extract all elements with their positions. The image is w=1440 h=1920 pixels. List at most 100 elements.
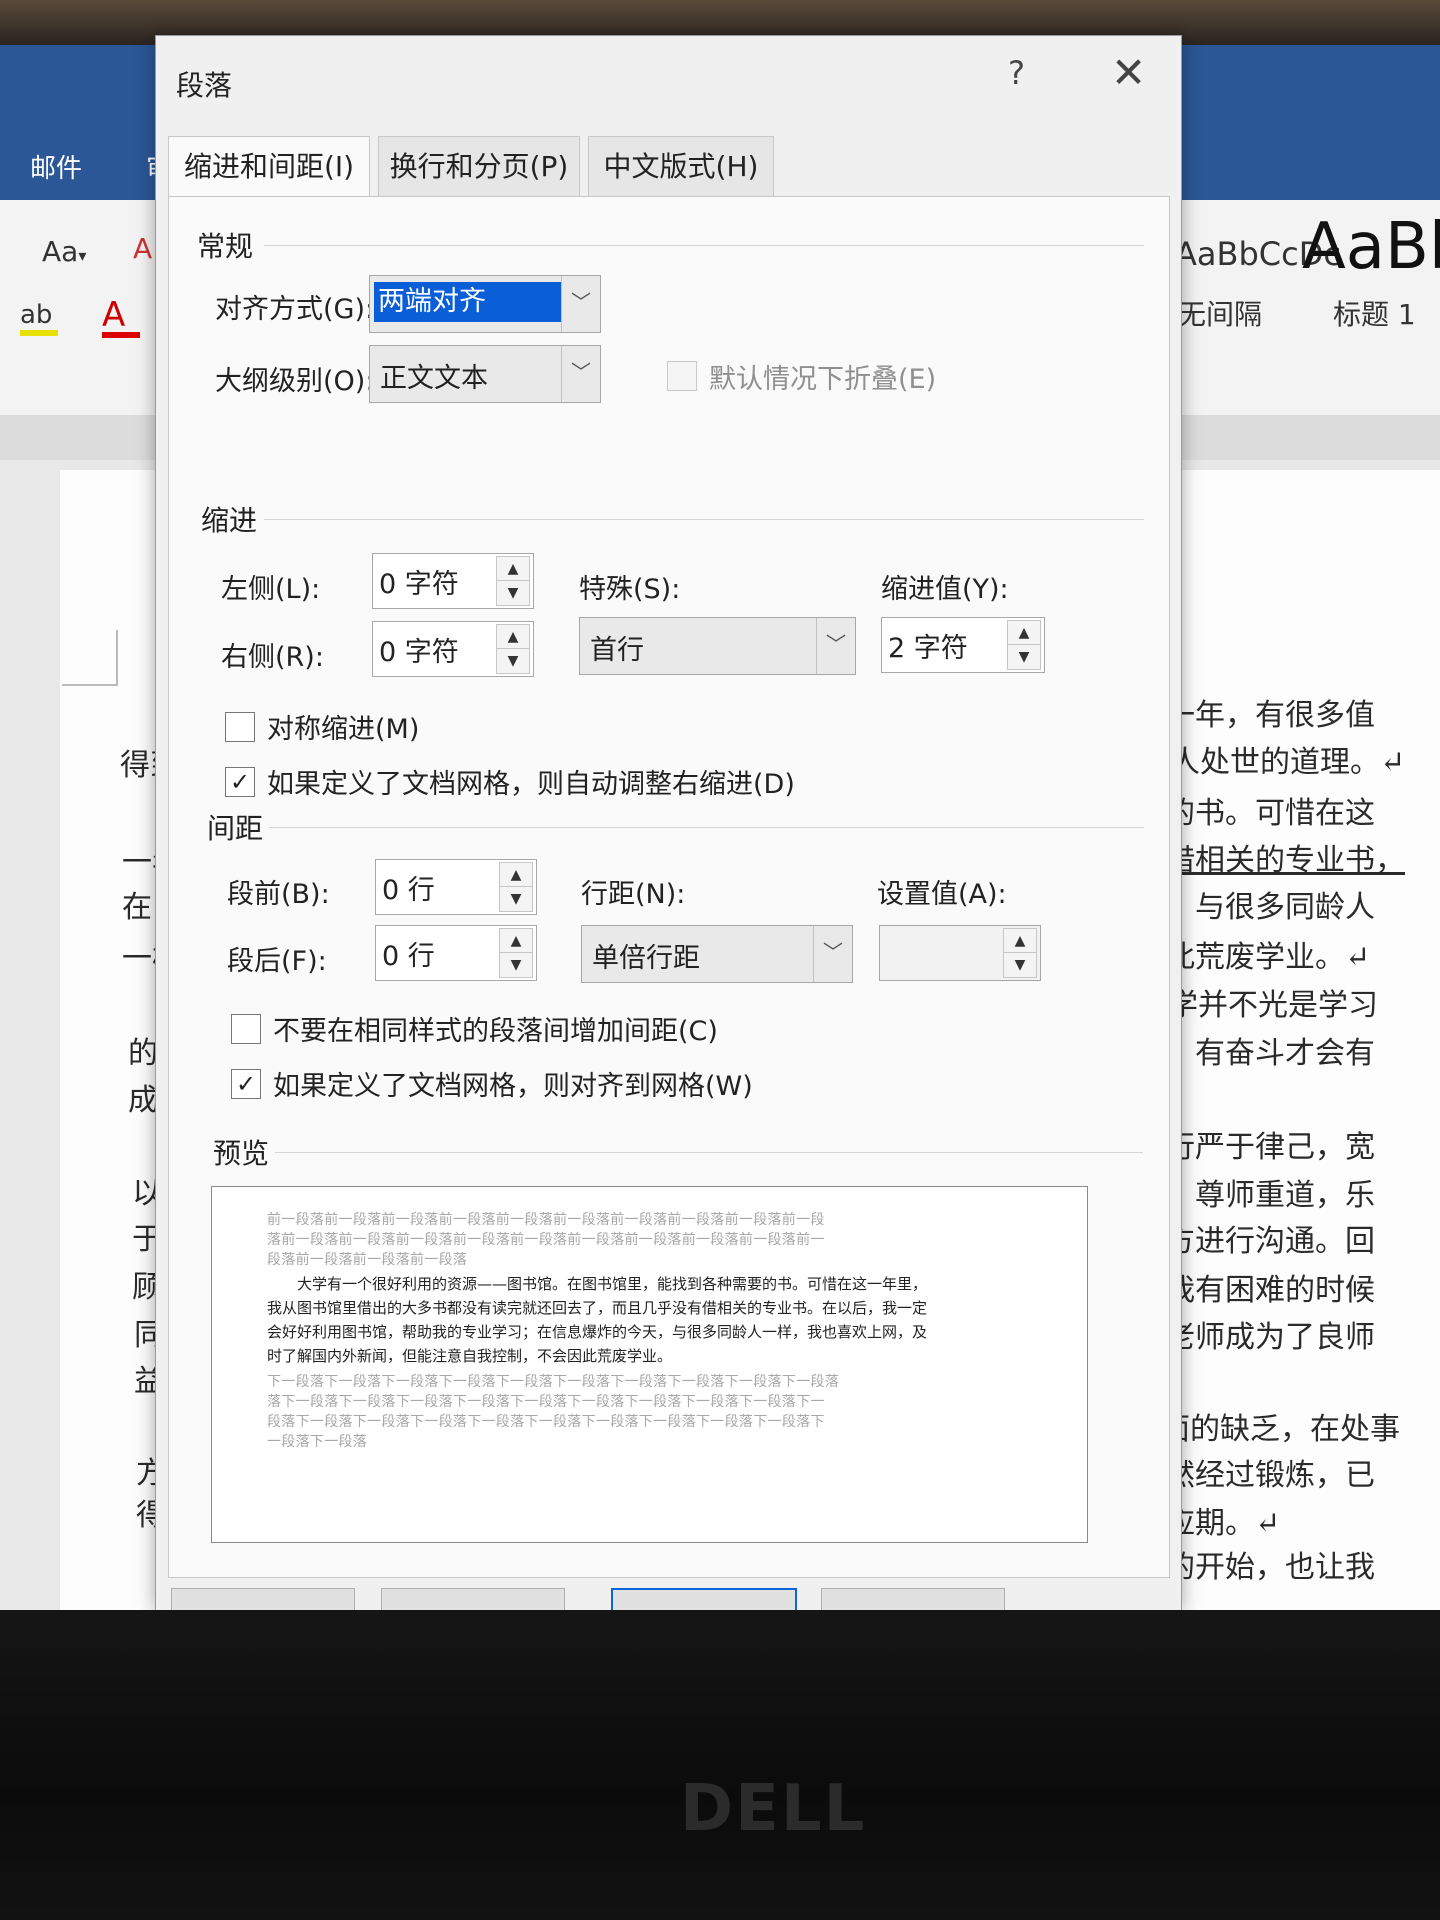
- page-margin-corner: [62, 630, 118, 686]
- special-indent-label: 特殊(S):: [579, 574, 681, 605]
- chevron-down-icon: ﹀: [816, 618, 855, 674]
- doc-text-right: 然经过锻炼，已: [1165, 1458, 1375, 1493]
- spin-up-icon[interactable]: ▲: [496, 624, 530, 650]
- mirror-indents-label: 对称缩进(M): [267, 714, 420, 745]
- alignment-select[interactable]: 两端对齐 ﹀: [369, 275, 601, 333]
- doc-text-right: 人处世的道理。↵: [1170, 745, 1406, 780]
- doc-text-right: 借相关的专业书，: [1165, 843, 1405, 878]
- dont-add-space-checkbox[interactable]: [231, 1014, 261, 1044]
- auto-adjust-right-indent-label: 如果定义了文档网格，则自动调整右缩进(D): [267, 769, 795, 800]
- section-divider: [269, 827, 1144, 828]
- special-indent-value: 首行: [590, 635, 644, 666]
- change-case-button[interactable]: Aa▾: [42, 235, 86, 268]
- auto-adjust-right-indent-checkbox[interactable]: ✓: [225, 767, 255, 797]
- doc-text-right: 我有困难的时候: [1165, 1273, 1375, 1308]
- spin-up-icon[interactable]: ▲: [1007, 620, 1041, 646]
- alignment-value: 两端对齐: [374, 282, 562, 322]
- spin-down-icon[interactable]: ▼: [499, 886, 533, 912]
- spin-down-icon[interactable]: ▼: [1007, 644, 1041, 670]
- section-divider: [264, 519, 1144, 520]
- doc-text-right: 一年，有很多值: [1165, 698, 1375, 733]
- font-color-icon[interactable]: A: [102, 298, 140, 338]
- close-icon[interactable]: ✕: [1111, 48, 1146, 97]
- spin-down-icon[interactable]: ▼: [1003, 952, 1037, 978]
- preview-next-paragraph: 段落下一段落下一段落下一段落下一段落下一段落下一段落下一段落下一段落下一段落下: [267, 1414, 825, 1430]
- indent-left-spinner[interactable]: 0 字符 ▲ ▼: [372, 553, 534, 609]
- preview-previous-paragraph: 前一段落前一段落前一段落前一段落前一段落前一段落前一段落前一段落前一段落前一段: [267, 1212, 825, 1228]
- style-name-heading1[interactable]: 标题 1: [1333, 293, 1416, 333]
- help-icon[interactable]: ?: [1008, 54, 1025, 92]
- highlight-icon[interactable]: ab: [20, 300, 58, 336]
- indent-by-label: 缩进值(Y):: [881, 574, 1009, 605]
- indent-left-value: 0 字符: [379, 569, 459, 600]
- paragraph-dialog: 段落 ? ✕ 缩进和间距(I) 换行和分页(P) 中文版式(H) 常规 对齐方式…: [155, 35, 1182, 1632]
- section-indent-title: 缩进: [201, 504, 258, 537]
- section-preview-title: 预览: [213, 1137, 270, 1170]
- preview-sample-paragraph: 会好好利用图书馆，帮助我的专业学习；在信息爆炸的今天，与很多同龄人一样，我也喜欢…: [267, 1323, 928, 1341]
- mirror-indents-checkbox[interactable]: [225, 712, 255, 742]
- spin-up-icon[interactable]: ▲: [499, 862, 533, 888]
- doc-text-right: 面的缺乏，在处事: [1160, 1412, 1400, 1447]
- line-spacing-select[interactable]: 单倍行距 ﹀: [581, 925, 853, 983]
- doc-text-right: 学并不光是学习: [1168, 988, 1378, 1023]
- chevron-down-icon: ﹀: [561, 276, 600, 332]
- doc-text-right: ，与很多同龄人: [1165, 890, 1375, 925]
- doc-text-right: ，尊师重道，乐: [1165, 1178, 1375, 1213]
- spacing-before-spinner[interactable]: 0 行 ▲ ▼: [375, 859, 537, 915]
- spacing-before-value: 0 行: [382, 875, 435, 906]
- doc-text-right: 方进行沟通。回: [1165, 1224, 1375, 1259]
- preview-pane: 前一段落前一段落前一段落前一段落前一段落前一段落前一段落前一段落前一段落前一段 …: [211, 1186, 1088, 1543]
- snap-to-grid-label: 如果定义了文档网格，则对齐到网格(W): [273, 1071, 753, 1102]
- indent-right-spinner[interactable]: 0 字符 ▲ ▼: [372, 621, 534, 677]
- chevron-down-icon: ﹀: [813, 926, 852, 982]
- preview-sample-paragraph: 我从图书馆里借出的大多书都没有读完就还回去了，而且几乎没有借相关的专业书。在以后…: [267, 1299, 928, 1317]
- dont-add-space-label: 不要在相同样式的段落间增加间距(C): [273, 1016, 718, 1047]
- tab-asian-typography[interactable]: 中文版式(H): [588, 136, 774, 197]
- doc-text-right: 应期。↵: [1165, 1506, 1281, 1541]
- preview-next-paragraph: 下一段落下一段落下一段落下一段落下一段落下一段落下一段落下一段落下一段落下一段落: [267, 1374, 839, 1390]
- preview-next-paragraph: 一段落下一段落: [267, 1434, 368, 1450]
- spin-up-icon[interactable]: ▲: [1003, 928, 1037, 954]
- spacing-at-spinner[interactable]: ▲ ▼: [879, 925, 1041, 981]
- preview-sample-paragraph: 时了解国内外新闻，但能注意自我控制，不会因此荒废学业。: [267, 1347, 673, 1365]
- tab-line-and-page-breaks[interactable]: 换行和分页(P): [378, 136, 580, 197]
- indent-right-value: 0 字符: [379, 637, 459, 668]
- indent-left-label: 左侧(L):: [221, 574, 321, 605]
- word-tab-mail[interactable]: 邮件: [30, 148, 82, 185]
- spin-up-icon[interactable]: ▲: [499, 928, 533, 954]
- spin-down-icon[interactable]: ▼: [499, 952, 533, 978]
- outline-level-value: 正文文本: [380, 363, 488, 394]
- collapse-by-default-checkbox[interactable]: [667, 361, 697, 391]
- spacing-at-label: 设置值(A):: [877, 879, 1007, 910]
- chevron-down-icon: ﹀: [561, 346, 600, 402]
- indent-right-label: 右侧(R):: [221, 642, 324, 673]
- doc-text-right: 的书。可惜在这: [1165, 796, 1375, 831]
- alignment-label: 对齐方式(G):: [215, 294, 375, 325]
- doc-text-right: 老师成为了良师: [1165, 1320, 1375, 1355]
- preview-next-paragraph: 落下一段落下一段落下一段落下一段落下一段落下一段落下一段落下一段落下一段落下一: [267, 1394, 825, 1410]
- collapse-by-default-label: 默认情况下折叠(E): [709, 364, 937, 395]
- spin-down-icon[interactable]: ▼: [496, 648, 530, 674]
- preview-previous-paragraph: 段落前一段落前一段落前一段落: [267, 1252, 468, 1268]
- style-preview-heading1[interactable]: AaBl: [1302, 210, 1440, 284]
- spacing-after-spinner[interactable]: 0 行 ▲ ▼: [375, 925, 537, 981]
- special-indent-select[interactable]: 首行 ﹀: [579, 617, 856, 675]
- spin-up-icon[interactable]: ▲: [496, 556, 530, 582]
- outline-level-label: 大纲级别(O):: [215, 366, 375, 397]
- section-general-title: 常规: [197, 230, 254, 263]
- spin-down-icon[interactable]: ▼: [496, 580, 530, 606]
- outline-level-select[interactable]: 正文文本 ﹀: [369, 345, 601, 403]
- indent-by-spinner[interactable]: 2 字符 ▲ ▼: [881, 617, 1045, 673]
- style-name-no-spacing[interactable]: 无间隔: [1178, 293, 1262, 333]
- line-spacing-label: 行距(N):: [581, 879, 686, 910]
- dell-logo: DELL: [680, 1772, 867, 1846]
- doc-text-right: 此荒废学业。↵: [1165, 940, 1371, 975]
- section-divider: [264, 245, 1144, 246]
- clear-format-icon[interactable]: A: [133, 232, 152, 265]
- preview-previous-paragraph: 落前一段落前一段落前一段落前一段落前一段落前一段落前一段落前一段落前一段落前一: [267, 1232, 825, 1248]
- tab-indents-and-spacing[interactable]: 缩进和间距(I): [168, 136, 370, 199]
- preview-sample-paragraph: 大学有一个很好利用的资源——图书馆。在图书馆里，能找到各种需要的书。可惜在这一年…: [267, 1275, 928, 1293]
- spacing-after-label: 段后(F):: [227, 946, 327, 977]
- change-case-label: Aa: [42, 235, 79, 268]
- snap-to-grid-checkbox[interactable]: ✓: [231, 1069, 261, 1099]
